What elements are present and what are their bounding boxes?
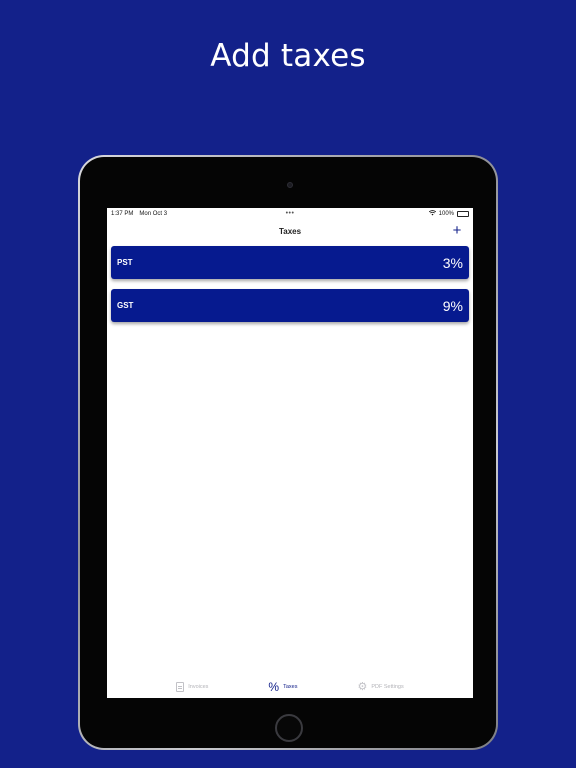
headline: Add taxes — [210, 38, 366, 74]
tab-label: Taxes — [283, 684, 298, 690]
tax-name: PST — [117, 258, 133, 267]
page: Add taxes 1:37 PM Mon Oct 3 ••• 100% Tax… — [0, 0, 576, 768]
tab-bar: Invoices % Taxes ⚙ PDF Settings — [107, 676, 473, 698]
battery-icon — [457, 211, 469, 217]
gear-icon: ⚙ — [357, 681, 368, 693]
tax-row-gst[interactable]: GST 9% — [111, 289, 469, 322]
tax-name: GST — [117, 301, 134, 310]
tax-list: PST 3% GST 9% — [111, 246, 469, 332]
add-tax-button[interactable]: + — [449, 223, 465, 239]
tab-taxes[interactable]: % Taxes — [268, 680, 297, 694]
tax-rate: 9% — [442, 297, 463, 314]
home-button[interactable] — [275, 714, 303, 742]
plus-icon: + — [452, 222, 462, 239]
multitask-dots: ••• — [285, 210, 295, 217]
document-icon — [176, 682, 185, 692]
app-screen: 1:37 PM Mon Oct 3 ••• 100% Taxes + PST 3… — [107, 208, 473, 698]
ipad-device: 1:37 PM Mon Oct 3 ••• 100% Taxes + PST 3… — [78, 155, 498, 750]
page-title: Taxes — [278, 226, 302, 236]
tax-row-pst[interactable]: PST 3% — [111, 246, 469, 279]
tax-rate: 3% — [442, 254, 463, 271]
tab-label: PDF Settings — [371, 684, 404, 690]
nav-bar: Taxes + — [107, 220, 473, 242]
camera-icon — [287, 182, 293, 188]
device-bezel: 1:37 PM Mon Oct 3 ••• 100% Taxes + PST 3… — [80, 157, 496, 748]
tab-label: Invoices — [188, 684, 209, 690]
tab-invoices[interactable]: Invoices — [176, 682, 208, 692]
percent-icon: % — [268, 680, 280, 694]
tab-pdf-settings[interactable]: ⚙ PDF Settings — [357, 681, 404, 693]
status-bar: 1:37 PM Mon Oct 3 ••• 100% — [107, 208, 473, 220]
